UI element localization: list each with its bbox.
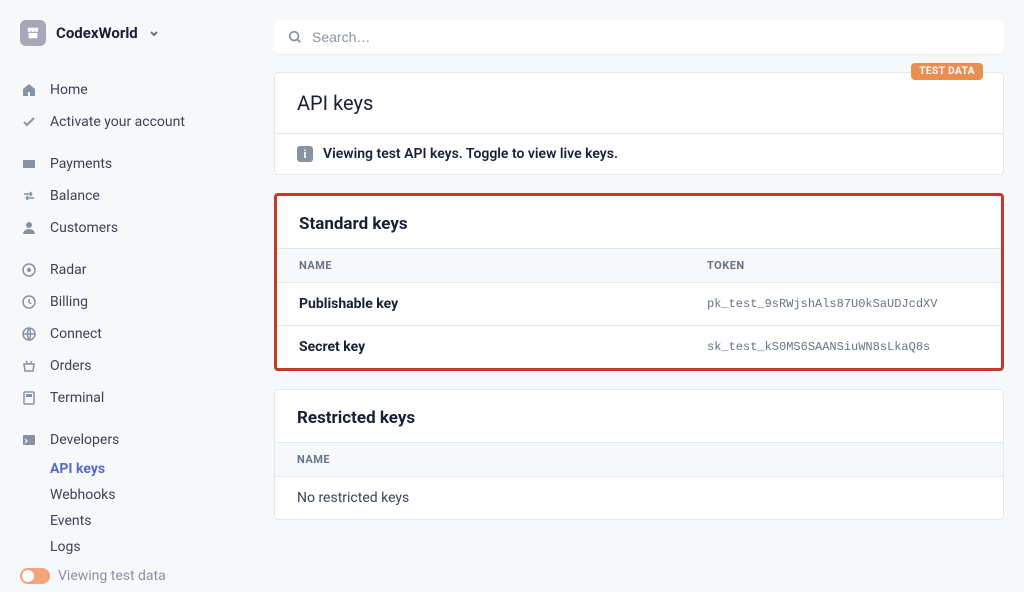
table-row[interactable]: Publishable key pk_test_9sRWjshAls87U0kS… (277, 283, 1001, 326)
sidebar-item-label: Activate your account (50, 114, 185, 130)
info-banner: i Viewing test API keys. Toggle to view … (275, 133, 1003, 174)
sidebar-item-label: API keys (50, 461, 105, 477)
wallet-icon (20, 155, 38, 173)
standard-keys-heading: Standard keys (277, 196, 1001, 248)
test-data-toggle-label: Viewing test data (58, 568, 166, 584)
sidebar-sub-api-keys[interactable]: API keys (10, 456, 240, 482)
terminal-icon (20, 389, 38, 407)
sidebar-item-connect[interactable]: Connect (10, 318, 240, 350)
chevron-down-icon (148, 27, 160, 39)
sidebar-item-balance[interactable]: Balance (10, 180, 240, 212)
sidebar-item-label: Balance (50, 188, 100, 204)
restricted-keys-header-row: NAME (275, 442, 1003, 477)
user-icon (20, 219, 38, 237)
sidebar-item-label: Webhooks (50, 487, 116, 503)
test-data-toggle-row: Viewing test data (10, 560, 240, 592)
sidebar-item-home[interactable]: Home (10, 74, 240, 106)
check-icon (20, 113, 38, 131)
sidebar: CodexWorld Home Activate your account Pa… (0, 0, 250, 566)
restricted-keys-panel: Restricted keys NAME No restricted keys (274, 389, 1004, 520)
account-name: CodexWorld (56, 24, 138, 42)
column-header-name: NAME (299, 259, 707, 272)
sidebar-item-label: Radar (50, 262, 87, 278)
sidebar-sub-webhooks[interactable]: Webhooks (10, 482, 240, 508)
radar-icon (20, 261, 38, 279)
sidebar-item-label: Connect (50, 326, 102, 342)
test-data-badge: TEST DATA (911, 63, 983, 80)
sidebar-item-label: Events (50, 513, 91, 529)
store-icon (20, 20, 46, 46)
info-text: Viewing test API keys. Toggle to view li… (323, 146, 618, 162)
search-bar[interactable] (274, 20, 1004, 54)
main-content: TEST DATA API keys i Viewing test API ke… (250, 0, 1024, 566)
sidebar-item-label: Billing (50, 294, 88, 310)
sidebar-item-billing[interactable]: Billing (10, 286, 240, 318)
test-data-toggle[interactable] (20, 568, 50, 584)
key-token[interactable]: sk_test_kS0MS6SAANSiuWN8sLkaQ8s (707, 340, 979, 354)
sidebar-item-label: Terminal (50, 390, 104, 406)
sidebar-item-label: Orders (50, 358, 92, 374)
basket-icon (20, 357, 38, 375)
sidebar-sub-events[interactable]: Events (10, 508, 240, 534)
account-selector[interactable]: CodexWorld (10, 20, 240, 64)
sidebar-item-label: Payments (50, 156, 112, 172)
sidebar-item-label: Logs (50, 539, 81, 555)
column-header-token: TOKEN (707, 259, 979, 272)
key-name: Secret key (299, 339, 707, 355)
globe-icon (20, 325, 38, 343)
sidebar-item-label: Developers (50, 432, 119, 448)
sidebar-item-label: Customers (50, 220, 118, 236)
clock-icon (20, 293, 38, 311)
key-token[interactable]: pk_test_9sRWjshAls87U0kSaUDJcdXV (707, 297, 979, 311)
sidebar-item-payments[interactable]: Payments (10, 148, 240, 180)
sidebar-item-orders[interactable]: Orders (10, 350, 240, 382)
restricted-keys-heading: Restricted keys (275, 390, 1003, 442)
restricted-empty-text: No restricted keys (275, 477, 1003, 519)
sidebar-item-activate[interactable]: Activate your account (10, 106, 240, 138)
api-keys-panel: TEST DATA API keys i Viewing test API ke… (274, 72, 1004, 175)
page-title: API keys (275, 73, 1003, 133)
sidebar-item-customers[interactable]: Customers (10, 212, 240, 244)
info-icon: i (297, 146, 313, 162)
sidebar-item-radar[interactable]: Radar (10, 254, 240, 286)
standard-keys-header-row: NAME TOKEN (277, 248, 1001, 283)
standard-keys-panel: Standard keys NAME TOKEN Publishable key… (274, 193, 1004, 371)
sidebar-item-terminal[interactable]: Terminal (10, 382, 240, 414)
sidebar-item-developers[interactable]: Developers (10, 424, 240, 456)
transfer-icon (20, 187, 38, 205)
sidebar-sub-logs[interactable]: Logs (10, 534, 240, 560)
key-name: Publishable key (299, 296, 707, 312)
column-header-name: NAME (297, 453, 707, 466)
sidebar-item-label: Home (50, 82, 88, 98)
search-icon (288, 30, 302, 44)
home-icon (20, 81, 38, 99)
search-input[interactable] (312, 29, 990, 45)
code-icon (20, 431, 38, 449)
table-row[interactable]: Secret key sk_test_kS0MS6SAANSiuWN8sLkaQ… (277, 326, 1001, 368)
